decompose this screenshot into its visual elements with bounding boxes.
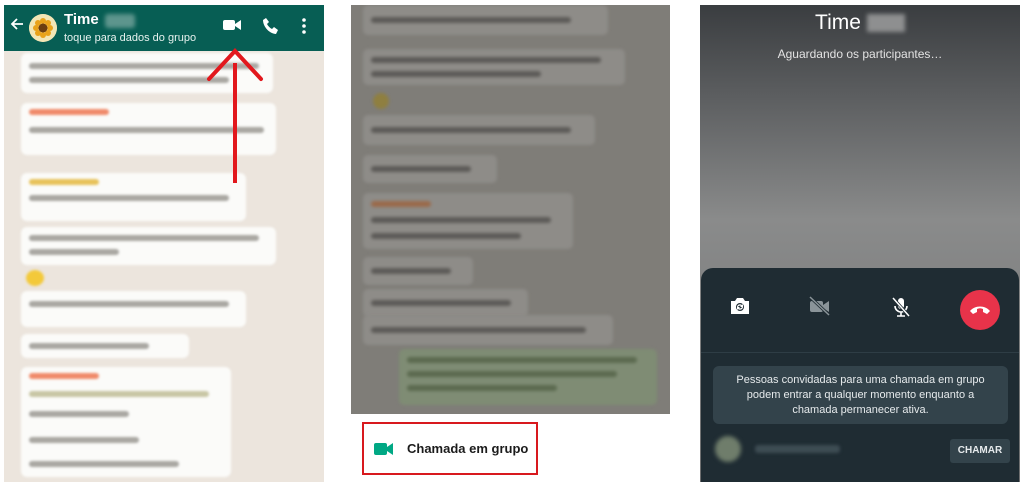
chat-subtitle[interactable]: toque para dados do grupo [64, 32, 196, 44]
participant-avatar [715, 436, 741, 462]
group-call-screen: Time Aguardando os participantes… Pessoa… [700, 5, 1020, 482]
video-off-icon[interactable] [808, 295, 832, 321]
switch-camera-icon[interactable] [729, 296, 751, 321]
chat-message [21, 291, 246, 327]
chat-header[interactable]: Time toque para dados do grupo [4, 5, 324, 51]
chat-message [363, 193, 573, 249]
chat-message [21, 103, 276, 155]
end-call-button[interactable] [960, 290, 1000, 330]
call-menu-screen: Chamada em grupo [351, 5, 670, 482]
call-controls-panel: Pessoas convidadas para uma chamada em g… [701, 268, 1019, 482]
chat-message [363, 115, 595, 145]
group-call-notice: Pessoas convidadas para uma chamada em g… [713, 366, 1008, 424]
video-call-icon[interactable] [222, 17, 242, 38]
emoji-message [26, 270, 44, 286]
chat-message [363, 289, 528, 317]
own-chat-message [399, 349, 657, 405]
chat-message [363, 315, 613, 345]
chat-title[interactable]: Time [64, 11, 99, 28]
chat-message [363, 257, 473, 285]
mic-off-icon[interactable] [891, 296, 911, 323]
emoji-message [373, 93, 389, 109]
annotation-arrow-head [207, 48, 263, 81]
controls-divider [701, 352, 1019, 353]
group-chat-screen: Time toque para dados do grupo [4, 5, 324, 482]
chat-message [363, 5, 608, 35]
chat-message [21, 334, 189, 358]
group-call-label: Chamada em grupo [407, 441, 529, 456]
call-title: Time [700, 11, 1020, 35]
call-participant-button[interactable]: CHAMAR [950, 439, 1010, 463]
video-camera-icon [374, 442, 394, 461]
chat-message [21, 227, 276, 265]
more-options-icon[interactable] [301, 17, 307, 40]
redacted-name [866, 14, 905, 33]
group-avatar-icon[interactable] [29, 14, 57, 42]
redacted-name [105, 14, 135, 28]
bottom-sheet: Chamada em grupo [351, 414, 670, 482]
chat-message [21, 173, 246, 221]
participant-name-redacted [755, 445, 840, 453]
voice-call-icon[interactable] [262, 17, 280, 40]
chat-message [363, 155, 497, 183]
group-call-option[interactable]: Chamada em grupo [362, 422, 538, 475]
chat-message [21, 367, 231, 477]
call-status: Aguardando os participantes… [777, 47, 943, 61]
end-call-icon [970, 306, 990, 314]
chat-message [363, 49, 625, 85]
back-arrow-icon[interactable] [10, 15, 24, 35]
